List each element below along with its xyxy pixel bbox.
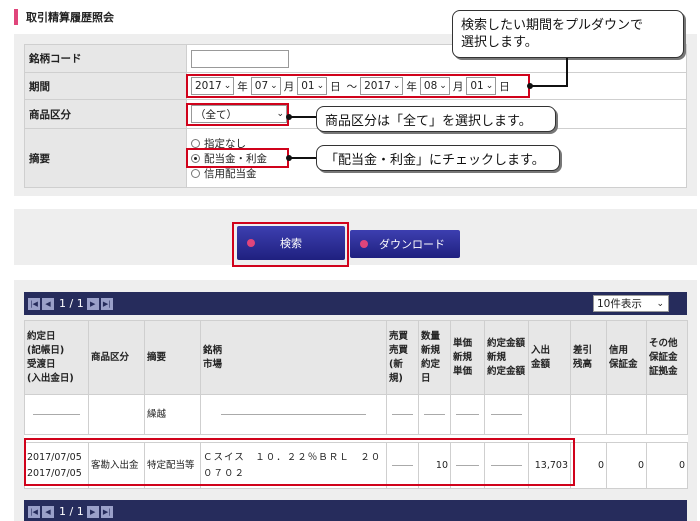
col-amount: 約定金額 新規 約定金額 <box>484 320 529 395</box>
col-date: 約定日 (記帳日) 受渡日 (入出金日) <box>24 320 89 395</box>
table-row: 2017/07/05 2017/07/05 客勘入出金 特定配当等 Ｃスイス １０… <box>24 442 688 489</box>
col-category: 商品区分 <box>88 320 145 395</box>
results-table: 約定日 (記帳日) 受渡日 (入出金日) 商品区分 摘要 銘柄 市場 売買 売買 (新規) … <box>24 320 688 489</box>
from-day-select[interactable]: 01 ⌄ <box>297 77 328 95</box>
connector-dot <box>286 155 292 161</box>
title-accent-mark <box>14 9 18 25</box>
chevron-down-icon: ⌄ <box>276 109 284 119</box>
per-page-select[interactable]: 10件表示 ⌄ <box>593 295 669 312</box>
empty-dash <box>32 414 81 415</box>
callout-category: 商品区分は「全て」を選択します。 <box>316 106 556 132</box>
chevron-down-icon: ⌄ <box>316 81 325 91</box>
chevron-down-icon: ⌄ <box>223 81 232 91</box>
col-balance: 差引 残高 <box>570 320 607 395</box>
row-issue: Ｃスイス １０．２２％ＢＲＬ ２００７０２ <box>200 442 387 489</box>
col-margin: 信用 保証金 <box>606 320 647 395</box>
chevron-down-icon: ⌄ <box>485 81 494 91</box>
callout-connector <box>566 58 568 86</box>
col-summary: 摘要 <box>144 320 201 395</box>
empty-dash <box>455 414 480 415</box>
from-month-select[interactable]: 07 ⌄ <box>250 77 281 95</box>
to-month-select[interactable]: 08 ⌄ <box>419 77 450 95</box>
from-year-select[interactable]: 2017 ⌄ <box>191 77 235 95</box>
empty-dash <box>490 414 523 415</box>
empty-dash <box>391 414 414 415</box>
unit-year: 年 <box>406 80 417 93</box>
row-inout: 13,703 <box>528 442 571 489</box>
radio-icon <box>191 138 200 148</box>
carry-summary: 繰越 <box>144 394 201 435</box>
col-trade: 売買 売買 (新規) <box>386 320 419 395</box>
empty-dash <box>455 465 480 466</box>
col-inout: 入出 金額 <box>528 320 571 395</box>
connector-dot <box>286 114 292 120</box>
first-page-icon[interactable]: |◀ <box>28 505 40 518</box>
first-page-icon[interactable]: |◀ <box>28 297 40 310</box>
pager-bottom: |◀ ◀ 1 / 1 ▶ ▶| <box>24 500 687 521</box>
col-price: 単価 新規 単価 <box>450 320 485 395</box>
last-page-icon[interactable]: ▶| <box>100 297 113 310</box>
col-issue: 銘柄 市場 <box>200 320 387 395</box>
row-summary: 特定配当等 <box>144 442 201 489</box>
row-margin: 0 <box>606 442 647 489</box>
empty-dash <box>391 465 414 466</box>
page-info: 1 / 1 <box>59 297 84 310</box>
callout-connector <box>530 85 568 87</box>
col-other: その他 保証金 証拠金 <box>646 320 688 395</box>
category-select[interactable]: （全て） ⌄ <box>191 105 287 123</box>
summary-label: 摘要 <box>24 128 187 188</box>
table-row-carry: 繰越 <box>24 394 688 435</box>
unit-month: 月 <box>283 80 295 93</box>
col-qty: 数量 新規 約定日 <box>418 320 451 395</box>
radio-icon <box>191 168 200 178</box>
unit-day: 日 <box>330 80 341 93</box>
download-button[interactable]: ダウンロード <box>350 230 460 258</box>
unit-day: 日 <box>499 80 510 93</box>
row-category: 客勘入出金 <box>88 442 145 489</box>
category-label: 商品区分 <box>24 99 187 129</box>
chevron-down-icon: ⌄ <box>656 298 664 309</box>
arrow-circle-icon <box>247 239 255 247</box>
connector-dot <box>527 83 533 89</box>
table-header-row: 約定日 (記帳日) 受渡日 (入出金日) 商品区分 摘要 銘柄 市場 売買 売買 (新規) … <box>24 320 688 395</box>
next-page-icon[interactable]: ▶ <box>86 505 99 518</box>
search-button[interactable]: 検索 <box>237 226 345 260</box>
page-title-bar: 取引精算履歴照会 <box>14 8 114 26</box>
callout-period: 検索したい期間をプルダウンで 選択します。 <box>452 10 684 58</box>
period-tilde: ～ <box>346 80 358 93</box>
empty-dash <box>423 414 446 415</box>
arrow-circle-icon <box>360 240 368 248</box>
chevron-down-icon: ⌄ <box>439 81 447 91</box>
callout-summary: 「配当金・利金」にチェックします。 <box>316 145 560 171</box>
row-qty: 10 <box>418 442 451 489</box>
radio-checked-icon <box>191 153 200 163</box>
row-balance: 0 <box>570 442 607 489</box>
unit-month: 月 <box>452 80 464 93</box>
prev-page-icon[interactable]: ◀ <box>42 297 54 310</box>
next-page-icon[interactable]: ▶ <box>86 297 99 310</box>
chevron-down-icon: ⌄ <box>270 81 278 91</box>
page-info: 1 / 1 <box>59 505 84 518</box>
unit-year: 年 <box>237 80 248 93</box>
callout-connector <box>289 157 316 159</box>
to-year-select[interactable]: 2017 ⌄ <box>360 77 404 95</box>
page-title: 取引精算履歴照会 <box>26 11 114 24</box>
pager-top: |◀ ◀ 1 / 1 ▶ ▶| 10件表示 ⌄ <box>24 292 687 315</box>
chevron-down-icon: ⌄ <box>392 81 401 91</box>
period-label: 期間 <box>24 72 187 100</box>
last-page-icon[interactable]: ▶| <box>100 505 113 518</box>
prev-page-icon[interactable]: ◀ <box>42 505 54 518</box>
row-dates: 2017/07/05 2017/07/05 <box>24 442 89 489</box>
code-label: 銘柄コード <box>24 44 187 73</box>
empty-dash <box>490 465 523 466</box>
to-day-select[interactable]: 01 ⌄ <box>466 77 497 95</box>
row-other: 0 <box>646 442 688 489</box>
callout-connector <box>289 116 316 118</box>
code-input[interactable] <box>191 49 289 68</box>
empty-dash <box>221 414 366 415</box>
